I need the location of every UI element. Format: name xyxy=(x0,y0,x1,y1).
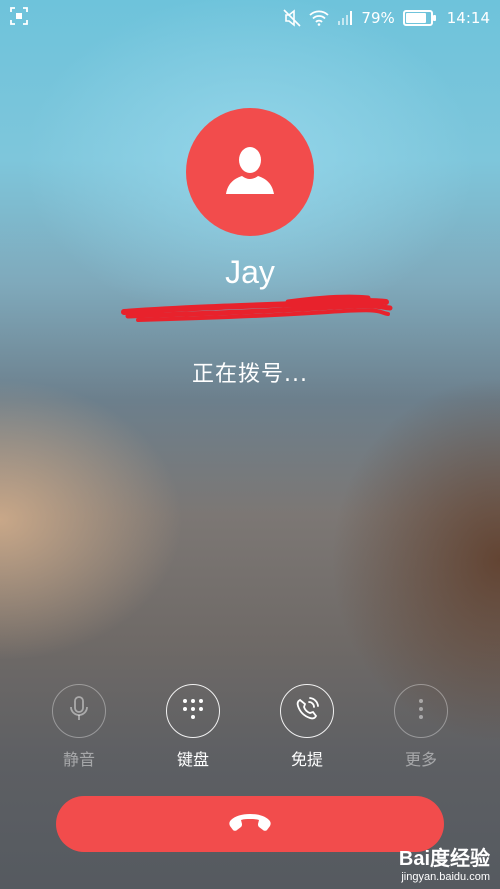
contact-name: Jay xyxy=(225,254,275,290)
status-time: 14:14 xyxy=(446,9,490,27)
battery-icon xyxy=(402,10,436,26)
baidu-jingyan-watermark: Bai度经验 jingyan.baidu.com xyxy=(399,842,490,883)
more-vertical-icon xyxy=(418,698,424,724)
end-call-button[interactable] xyxy=(56,796,444,852)
speaker-button[interactable]: 免提 xyxy=(267,684,347,770)
call-status: 正在拨号... xyxy=(192,362,308,387)
more-label: 更多 xyxy=(404,750,437,769)
mute-label: 静音 xyxy=(62,750,95,769)
battery-percent: 79% xyxy=(361,9,395,27)
person-icon xyxy=(222,142,278,202)
microphone-icon xyxy=(68,696,90,726)
screenshot-icon xyxy=(10,7,28,29)
speaker-phone-icon xyxy=(295,697,319,725)
signal-icon xyxy=(337,10,353,26)
mute-notification-icon xyxy=(283,9,301,27)
redaction-scribble xyxy=(121,294,393,322)
hang-up-icon xyxy=(228,811,272,837)
watermark-brand: Bai度经验 xyxy=(398,848,490,870)
keypad-label: 键盘 xyxy=(176,750,209,769)
status-bar: 79% 14:14 xyxy=(0,0,500,36)
call-controls: 静音 键盘 免提 更多 xyxy=(0,684,500,774)
speaker-label: 免提 xyxy=(290,750,323,769)
more-button[interactable]: 更多 xyxy=(381,684,461,770)
dialpad-icon xyxy=(182,698,204,724)
contact-avatar xyxy=(186,108,314,236)
mute-button[interactable]: 静音 xyxy=(39,684,119,770)
wifi-icon xyxy=(309,10,330,26)
watermark-url: jingyan.baidu.com xyxy=(401,871,490,883)
keypad-button[interactable]: 键盘 xyxy=(153,684,233,770)
